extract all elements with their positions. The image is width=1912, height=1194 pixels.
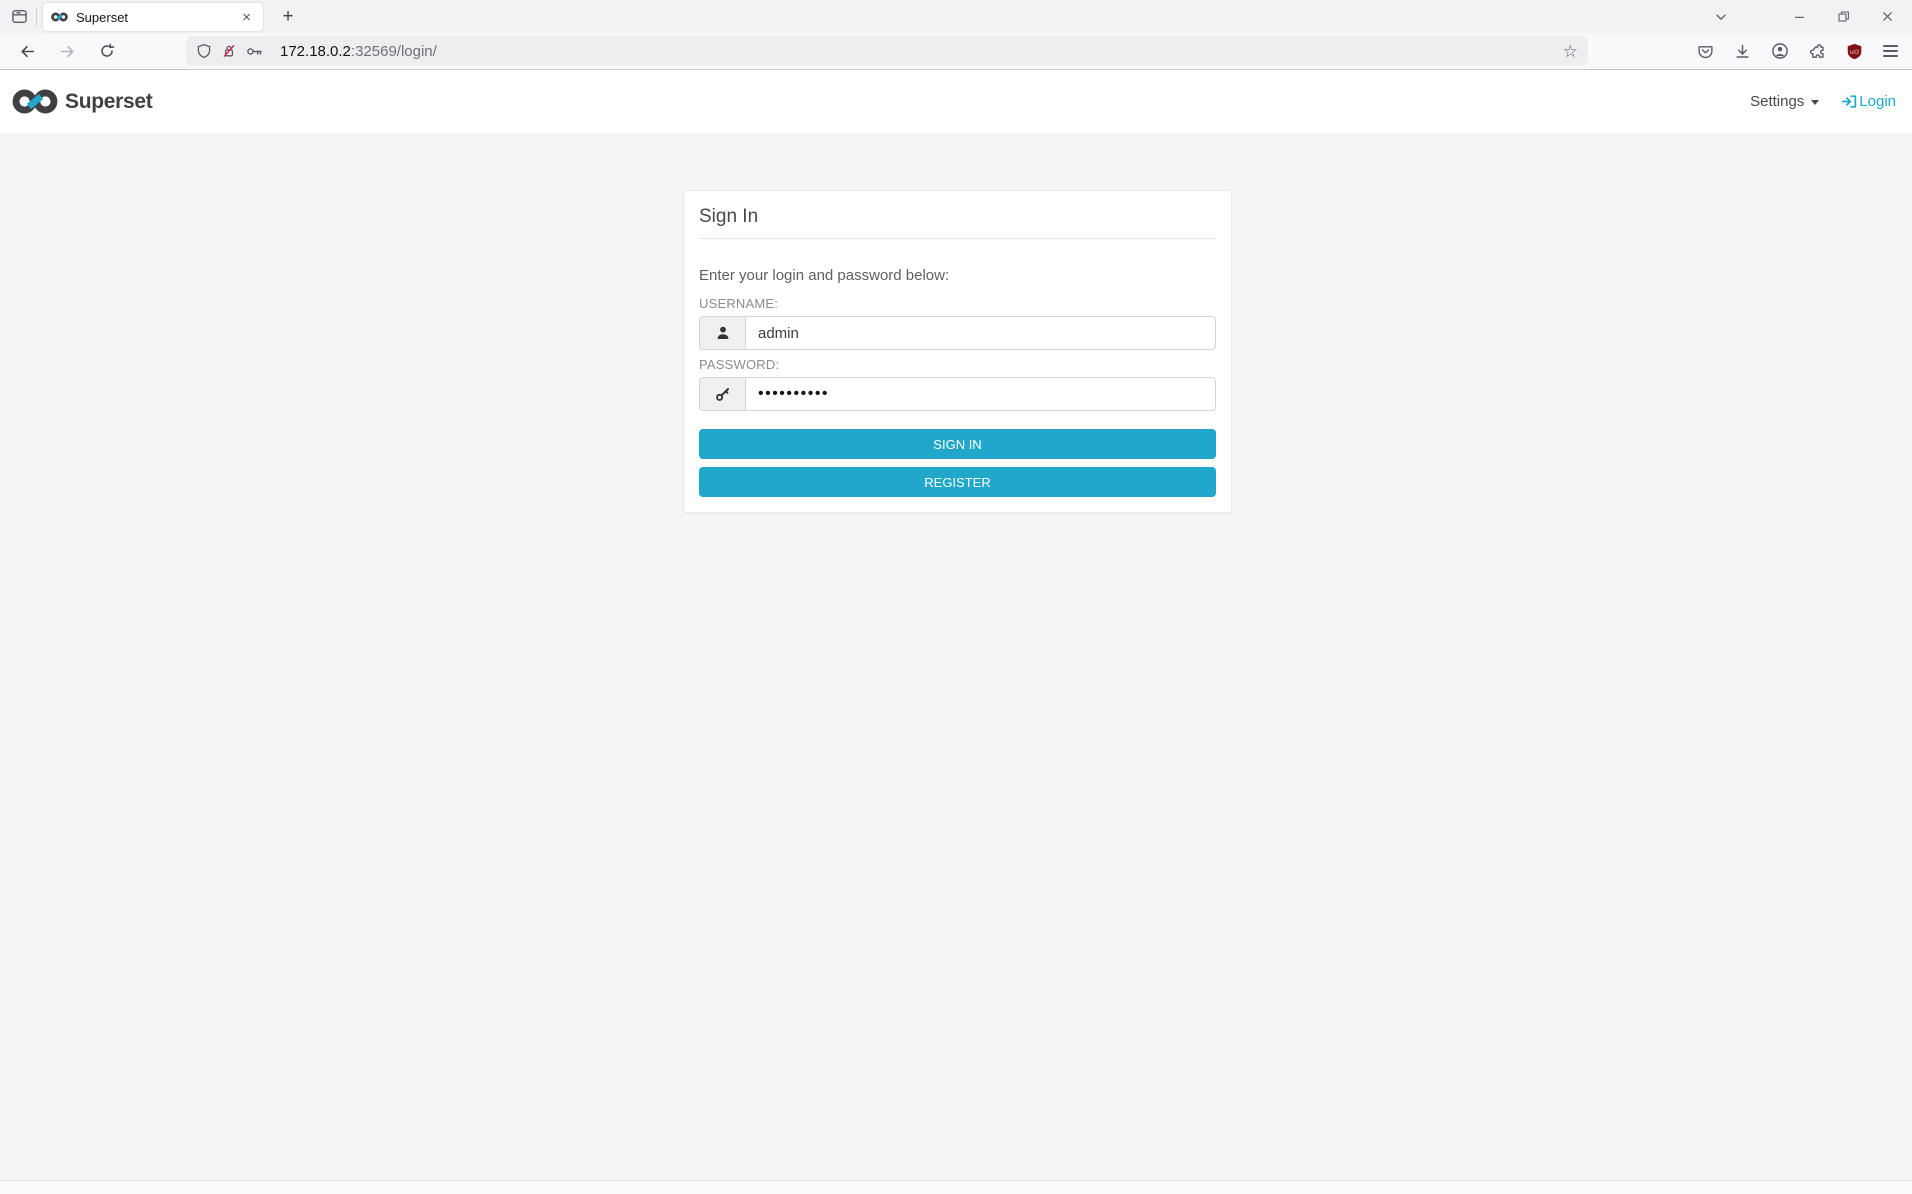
superset-brand[interactable]: Superset	[12, 89, 153, 114]
browser-tab-strip: Superset × +	[0, 0, 1912, 33]
superset-logo-icon	[12, 89, 58, 114]
list-tabs-chevron-icon[interactable]	[1708, 4, 1734, 30]
url-text[interactable]: 172.18.0.2:32569/login/	[280, 43, 1563, 60]
page-body: Sign In Enter your login and password be…	[0, 133, 1912, 1180]
settings-menu[interactable]: Settings	[1750, 93, 1820, 110]
username-group	[699, 316, 1216, 350]
page-footer	[0, 1180, 1912, 1194]
divider	[699, 238, 1216, 239]
sign-in-button[interactable]: SIGN IN	[699, 429, 1216, 459]
extensions-puzzle-icon[interactable]	[1809, 43, 1826, 60]
chevron-down-icon	[1811, 100, 1820, 105]
firefox-view-icon[interactable]	[6, 4, 32, 30]
sign-in-arrow-icon	[1841, 93, 1858, 110]
user-icon	[699, 316, 745, 350]
forward-icon[interactable]	[54, 38, 80, 64]
close-tab-icon[interactable]: ×	[238, 8, 255, 27]
instruction-text: Enter your login and password below:	[699, 267, 950, 284]
browser-window: Superset × + 172.18.0.2:32569/login/ ☆ u…	[0, 0, 1912, 1194]
ublock-origin-icon[interactable]: uO	[1846, 43, 1863, 60]
minimize-button[interactable]	[1786, 4, 1812, 30]
password-input[interactable]	[745, 377, 1216, 411]
username-input[interactable]	[745, 316, 1216, 350]
svg-text:uO: uO	[1850, 49, 1859, 56]
back-icon[interactable]	[14, 38, 40, 64]
reload-icon[interactable]	[94, 38, 120, 64]
tab-title: Superset	[76, 9, 129, 25]
navbar-right: Settings Login	[1750, 93, 1896, 110]
new-tab-button[interactable]: +	[275, 4, 301, 30]
sign-in-card: Sign In Enter your login and password be…	[683, 190, 1232, 513]
menu-hamburger-icon[interactable]	[1883, 45, 1898, 57]
restore-button[interactable]	[1830, 4, 1856, 30]
url-bar[interactable]: 172.18.0.2:32569/login/ ☆	[186, 36, 1588, 66]
downloads-icon[interactable]	[1734, 43, 1751, 60]
account-icon[interactable]	[1771, 42, 1789, 60]
browser-tab[interactable]: Superset ×	[43, 3, 263, 31]
toolbar-icons: uO	[1697, 42, 1902, 60]
shield-icon[interactable]	[196, 43, 212, 59]
url-path: :32569/login/	[350, 42, 437, 60]
bookmark-star-icon[interactable]: ☆	[1563, 43, 1578, 60]
password-label: PASSWORD:	[699, 357, 780, 372]
brand-text: Superset	[65, 89, 153, 113]
superset-navbar: Superset Settings Login	[0, 70, 1912, 133]
login-link[interactable]: Login	[1841, 93, 1896, 110]
login-label: Login	[1859, 93, 1896, 110]
settings-label: Settings	[1750, 93, 1805, 110]
insecure-lock-icon[interactable]	[221, 43, 237, 59]
key-icon[interactable]	[246, 43, 263, 60]
key-icon	[699, 377, 745, 411]
register-button[interactable]: REGISTER	[699, 467, 1216, 497]
pocket-icon[interactable]	[1697, 43, 1714, 60]
username-label: USERNAME:	[699, 296, 779, 311]
browser-toolbar: 172.18.0.2:32569/login/ ☆ uO	[0, 33, 1912, 70]
nav-buttons	[14, 38, 120, 64]
window-controls	[1708, 4, 1912, 30]
password-group	[699, 377, 1216, 411]
card-title: Sign In	[699, 206, 759, 227]
url-host: 172.18.0.2	[280, 42, 351, 60]
close-window-button[interactable]	[1874, 4, 1900, 30]
superset-favicon-icon	[51, 12, 68, 22]
divider	[36, 7, 37, 26]
